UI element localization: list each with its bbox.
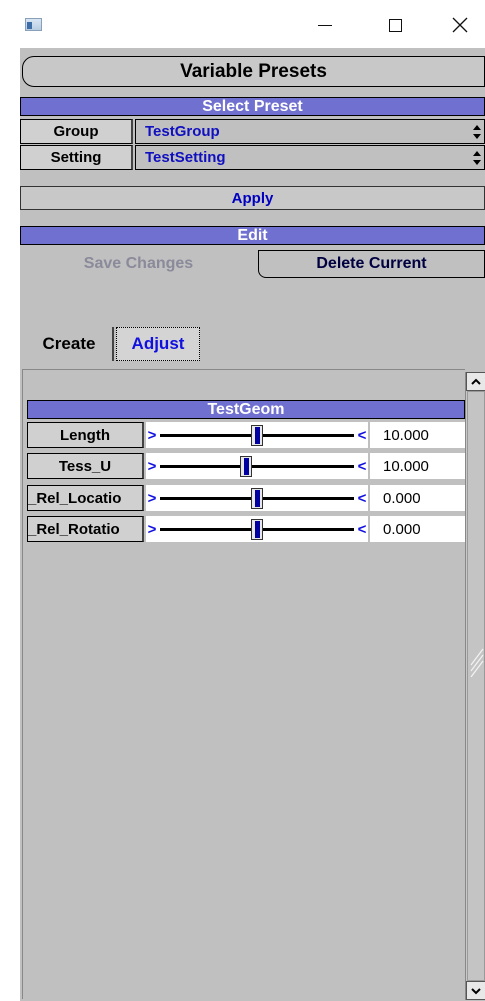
group-row: Group TestGroup [20, 119, 485, 144]
spinner-arrows-icon [473, 151, 481, 165]
param-tess-u-value[interactable]: 10.000 [370, 453, 465, 479]
slider-increase-arrow[interactable]: > [146, 455, 158, 477]
param-length-button[interactable]: Length [27, 422, 144, 448]
geom-section-header: TestGeom [27, 400, 465, 419]
minimize-button[interactable] [302, 10, 348, 40]
app-icon [25, 18, 42, 31]
maximize-button[interactable] [372, 10, 418, 40]
slider-thumb[interactable] [251, 425, 263, 446]
param-rel-location-value[interactable]: 0.000 [370, 485, 465, 511]
group-value: TestGroup [145, 123, 220, 140]
scroll-track[interactable] [467, 391, 485, 981]
edit-section-header: Edit [20, 226, 485, 245]
window-titlebar [0, 0, 485, 48]
close-icon [452, 17, 468, 33]
param-tess-u-slider[interactable]: > < [146, 453, 368, 479]
slider-thumb[interactable] [251, 488, 263, 509]
param-row: Tess_U > < 10.000 [27, 451, 465, 481]
param-length-value[interactable]: 10.000 [370, 422, 465, 448]
slider-thumb[interactable] [240, 456, 253, 477]
slider-increase-arrow[interactable]: > [146, 487, 158, 509]
slider-decrease-arrow[interactable]: < [356, 455, 368, 477]
delete-current-button[interactable]: Delete Current [258, 250, 485, 278]
setting-row: Setting TestSetting [20, 145, 485, 170]
group-choice[interactable]: TestGroup [135, 119, 485, 144]
scroll-grip-icon [470, 648, 484, 677]
scroll-up-button[interactable] [466, 372, 485, 391]
setting-choice[interactable]: TestSetting [135, 145, 485, 170]
slider-decrease-arrow[interactable]: < [356, 487, 368, 509]
chevron-down-icon [471, 987, 481, 994]
scroll-down-button[interactable] [466, 981, 485, 1000]
slider-decrease-arrow[interactable]: < [356, 424, 368, 446]
setting-label: Setting [20, 145, 133, 170]
group-label: Group [20, 119, 133, 144]
variable-presets-title-button[interactable]: Variable Presets [22, 56, 485, 87]
param-rel-location-slider[interactable]: > < [146, 485, 368, 511]
save-changes-button[interactable]: Save Changes [20, 250, 257, 278]
param-row: Length > < 10.000 [27, 420, 465, 450]
minimize-icon [318, 24, 332, 26]
param-length-slider[interactable]: > < [146, 422, 368, 448]
chevron-up-icon [471, 378, 481, 385]
maximize-icon [388, 18, 402, 32]
select-preset-section-header: Select Preset [20, 97, 485, 116]
slider-decrease-arrow[interactable]: < [356, 518, 368, 540]
tab-create[interactable]: Create [26, 327, 114, 361]
setting-value: TestSetting [145, 149, 226, 166]
vertical-scrollbar[interactable] [465, 372, 485, 1000]
tab-adjust[interactable]: Adjust [116, 327, 200, 361]
param-rel-rotation-slider[interactable]: > < [146, 516, 368, 542]
slider-increase-arrow[interactable]: > [146, 424, 158, 446]
apply-button[interactable]: Apply [20, 186, 485, 210]
param-tess-u-button[interactable]: Tess_U [27, 453, 144, 479]
param-rel-location-button[interactable]: _Rel_Locatio [27, 485, 144, 511]
param-rel-rotation-button[interactable]: _Rel_Rotatio [27, 516, 144, 542]
slider-track [160, 465, 354, 468]
close-button[interactable] [437, 10, 483, 40]
param-row: _Rel_Locatio > < 0.000 [27, 483, 465, 513]
param-row: _Rel_Rotatio > < 0.000 [27, 514, 465, 544]
slider-increase-arrow[interactable]: > [146, 518, 158, 540]
spinner-arrows-icon [473, 125, 481, 139]
slider-thumb[interactable] [251, 519, 263, 540]
param-rel-rotation-value[interactable]: 0.000 [370, 516, 465, 542]
app-body: Variable Presets Select Preset Group Tes… [20, 48, 485, 1001]
